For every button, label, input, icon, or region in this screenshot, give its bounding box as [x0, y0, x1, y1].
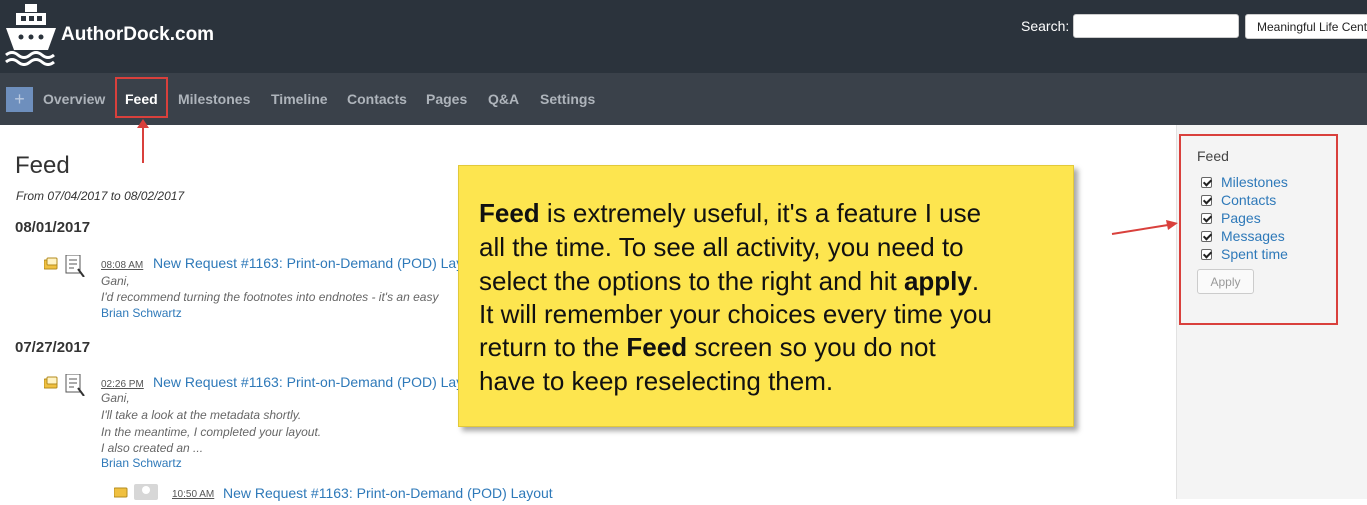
- entry-author-link[interactable]: Brian Schwartz: [101, 306, 182, 320]
- tab-milestones[interactable]: Milestones: [178, 91, 250, 107]
- day-heading: 07/27/2017: [15, 339, 91, 356]
- entry-time: 02:26 PM: [101, 379, 144, 390]
- filter-label[interactable]: Pages: [1221, 210, 1261, 226]
- entry-text: In the meantime, I completed your layout…: [101, 425, 322, 439]
- callout-line: all the time. To see all activity, you n…: [479, 232, 964, 262]
- tab-contacts[interactable]: Contacts: [347, 91, 407, 107]
- checkbox[interactable]: [1201, 249, 1212, 260]
- callout-line: have to keep reselecting them.: [479, 366, 834, 396]
- entry-title-link[interactable]: New Request #1163: Print-on-Demand (POD)…: [153, 374, 463, 390]
- callout-line: It will remember your choices every time…: [479, 299, 992, 329]
- search-input[interactable]: [1073, 14, 1239, 38]
- filter-label[interactable]: Messages: [1221, 228, 1285, 244]
- tab-pages[interactable]: Pages: [426, 91, 467, 107]
- tab-timeline[interactable]: Timeline: [271, 91, 328, 107]
- callout-line: Feed is extremely useful, it's a feature…: [479, 198, 982, 228]
- apply-button[interactable]: Apply: [1197, 269, 1254, 294]
- ship-icon[interactable]: [4, 2, 58, 71]
- search-label: Search:: [1021, 18, 1070, 34]
- project-select[interactable]: Meaningful Life Cent: [1245, 14, 1367, 39]
- page-title: Feed: [15, 152, 70, 179]
- add-button[interactable]: +: [6, 87, 33, 112]
- entry-title-link[interactable]: New Request #1163: Print-on-Demand (POD)…: [153, 255, 463, 271]
- tab-overview[interactable]: Overview: [43, 91, 105, 107]
- tab-settings[interactable]: Settings: [540, 91, 595, 107]
- filter-label[interactable]: Spent time: [1221, 246, 1288, 262]
- callout-line: return to the Feed screen so you do not: [479, 332, 936, 362]
- entry-time: 08:08 AM: [101, 260, 144, 271]
- entry-text: I'd recommend turning the footnotes into…: [101, 290, 439, 304]
- entry-author-link[interactable]: Brian Schwartz: [101, 456, 182, 470]
- filter-label[interactable]: Contacts: [1221, 192, 1276, 208]
- callout-note: Feed is extremely useful, it's a feature…: [458, 165, 1074, 427]
- tab-qa[interactable]: Q&A: [488, 91, 519, 107]
- up-arrow-icon: [137, 119, 149, 163]
- checkbox[interactable]: [1201, 231, 1212, 242]
- date-range: From 07/04/2017 to 08/02/2017: [16, 189, 185, 203]
- brand-name[interactable]: AuthorDock.com: [61, 24, 214, 46]
- message-icon: [43, 254, 86, 282]
- reply-icon: [113, 484, 158, 505]
- filter-label[interactable]: Milestones: [1221, 174, 1288, 190]
- callout-line: select the options to the right and hit …: [479, 266, 980, 296]
- entry-time: 10:50 AM: [172, 489, 215, 500]
- checkbox[interactable]: [1201, 213, 1212, 224]
- message-icon: [43, 373, 86, 401]
- day-heading: 08/01/2017: [15, 219, 91, 236]
- entry-text: Gani,: [101, 274, 130, 288]
- top-bar: AuthorDock.com Search: Meaningful Life C…: [0, 0, 1367, 73]
- checkbox[interactable]: [1201, 195, 1212, 206]
- entry-text: I also created an ...: [101, 441, 204, 455]
- checkbox[interactable]: [1201, 177, 1212, 188]
- entry-text: I'll take a look at the metadata shortly…: [101, 408, 302, 422]
- feed-tab-highlight: [115, 77, 168, 118]
- entry-text: Gani,: [101, 391, 130, 405]
- filter-title: Feed: [1197, 148, 1229, 164]
- project-nav: + Overview Feed Milestones Timeline Cont…: [0, 73, 1367, 125]
- right-arrow-icon: [1111, 220, 1178, 235]
